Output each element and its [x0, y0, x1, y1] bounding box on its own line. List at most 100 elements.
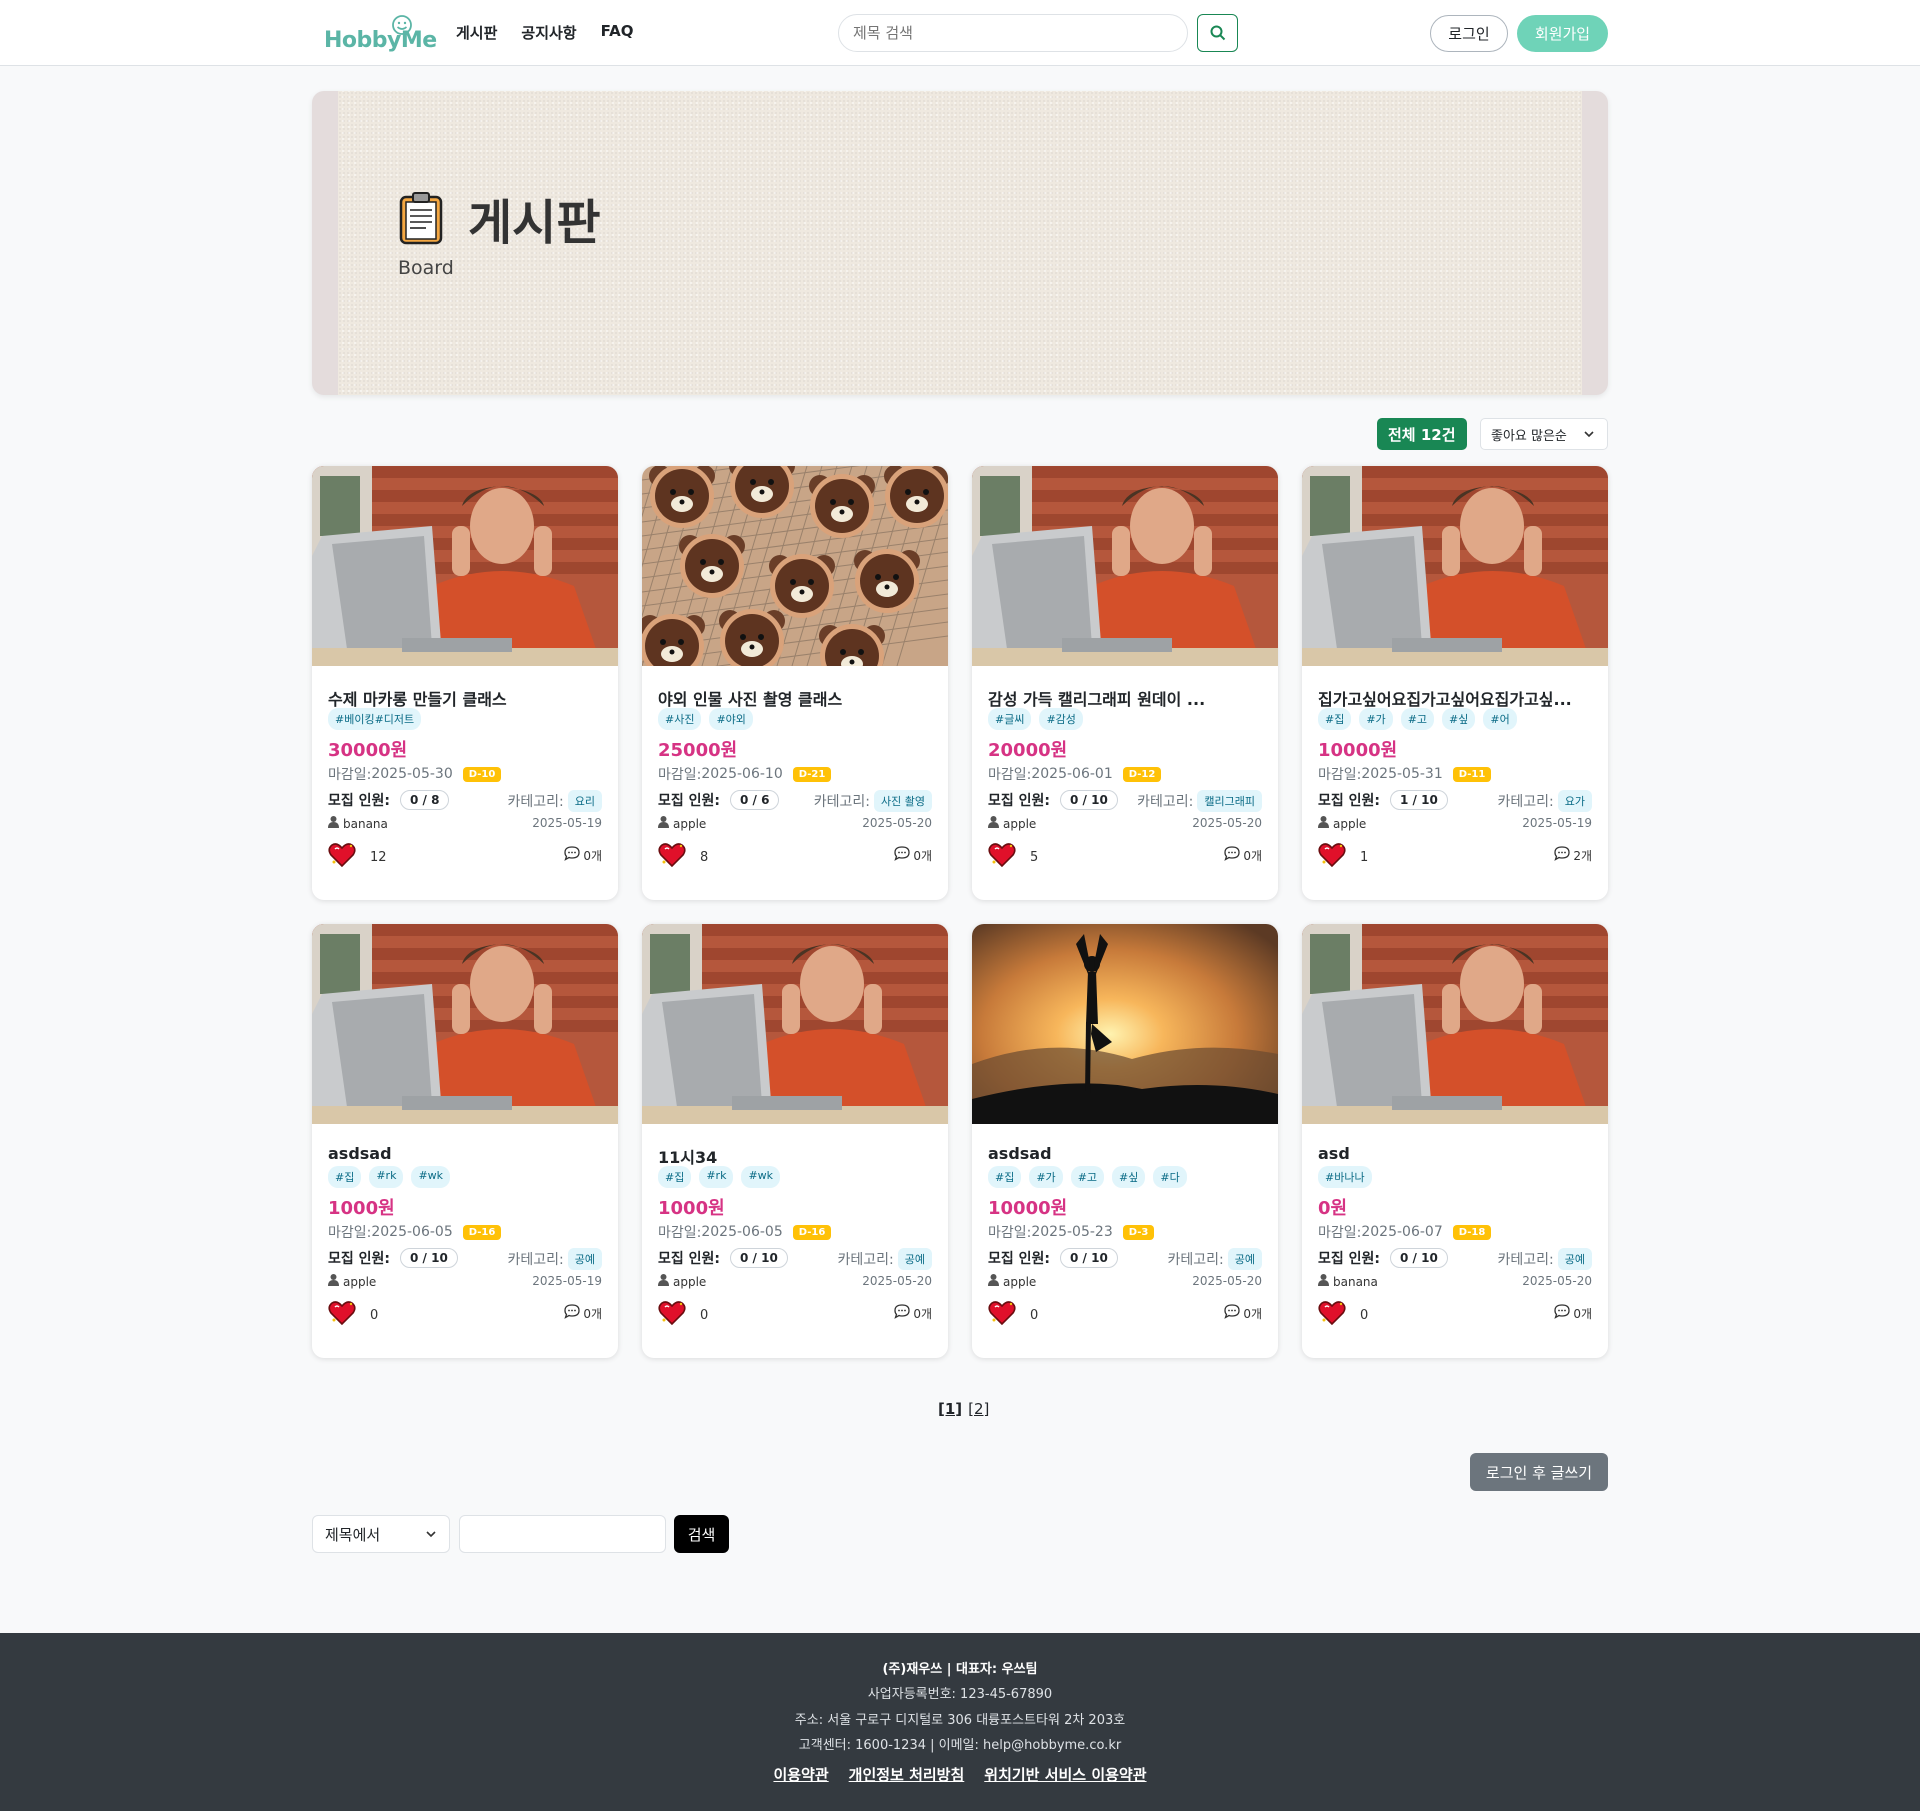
- like-control[interactable]: 0: [1318, 1300, 1368, 1330]
- sort-select[interactable]: 좋아요 많은순: [1480, 418, 1608, 450]
- deadline-label: 마감일:: [1318, 1225, 1362, 1241]
- deadline-date: 2025-06-10: [701, 766, 783, 782]
- nav-board[interactable]: 게시판: [456, 22, 497, 43]
- card-thumbnail[interactable]: [642, 924, 948, 1124]
- like-control[interactable]: 1: [1318, 842, 1368, 872]
- search-input[interactable]: [853, 24, 1173, 42]
- card-title[interactable]: asd: [1318, 1144, 1592, 1163]
- tag-badge[interactable]: #고: [1400, 708, 1435, 730]
- tag-badge[interactable]: #wk: [411, 1166, 451, 1188]
- tag-badge[interactable]: #바나나: [1318, 1166, 1372, 1188]
- page-link-current[interactable]: [1]: [938, 1400, 962, 1418]
- tag-badge[interactable]: #베이킹#디저트: [328, 708, 422, 730]
- comment-count-wrap: 0개: [1224, 846, 1262, 864]
- search-type-select[interactable]: 제목에서: [312, 1515, 450, 1553]
- card-recruit: 모집 인원: 0 / 8: [328, 790, 450, 810]
- search-button[interactable]: [1197, 14, 1238, 52]
- heart-icon[interactable]: [988, 1300, 1016, 1330]
- like-control[interactable]: 12: [328, 842, 387, 872]
- tag-badge[interactable]: #싶: [1112, 1166, 1146, 1188]
- comment-icon: [894, 1304, 910, 1322]
- post-card[interactable]: 야외 인물 사진 촬영 클래스 #사진 #야외 25000원 마감일: 2025-…: [642, 466, 948, 900]
- tag-badge[interactable]: #고: [1070, 1166, 1105, 1188]
- nav-notice[interactable]: 공지사항: [521, 22, 576, 43]
- heart-icon[interactable]: [1318, 842, 1346, 872]
- post-card[interactable]: 집가고싶어요집가고싶어요집가고싶... #집 #가 #고 #싶 #어 10000원 마감…: [1302, 466, 1608, 900]
- card-thumbnail[interactable]: [1302, 466, 1608, 666]
- card-price: 25000원: [658, 740, 738, 761]
- footer-link-location[interactable]: 위치기반 서비스 이용약관: [984, 1764, 1146, 1785]
- card-title[interactable]: 수제 마카롱 만들기 클래스: [328, 686, 602, 710]
- heart-icon[interactable]: [328, 842, 356, 872]
- tag-list: #집 #가 #고 #싶 #어: [1318, 708, 1517, 730]
- card-title[interactable]: asdsad: [988, 1144, 1262, 1163]
- like-control[interactable]: 0: [328, 1300, 378, 1330]
- card-title[interactable]: 감성 가득 캘리그래피 원데이 ...: [988, 686, 1262, 710]
- card-title[interactable]: 집가고싶어요집가고싶어요집가고싶...: [1318, 686, 1592, 710]
- comment-count: 2개: [1573, 848, 1592, 863]
- page-link[interactable]: [2]: [968, 1400, 989, 1418]
- heart-icon[interactable]: [328, 1300, 356, 1330]
- card-title[interactable]: 11시34: [658, 1144, 932, 1168]
- like-control[interactable]: 0: [658, 1300, 708, 1330]
- card-title[interactable]: asdsad: [328, 1144, 602, 1163]
- tag-badge[interactable]: #wk: [741, 1166, 781, 1188]
- card-thumbnail[interactable]: [642, 466, 948, 666]
- heart-icon[interactable]: [658, 842, 686, 872]
- post-card[interactable]: 11시34 #집 #rk #wk 1000원 마감일: 2025-06-05 D-1…: [642, 924, 948, 1358]
- tag-badge[interactable]: #집: [328, 1166, 362, 1188]
- card-thumbnail[interactable]: [312, 466, 618, 666]
- tag-badge[interactable]: #집: [988, 1166, 1022, 1188]
- post-card[interactable]: asd #바나나 0원 마감일: 2025-06-07 D-18 모집 인원: …: [1302, 924, 1608, 1358]
- heart-icon[interactable]: [1318, 1300, 1346, 1330]
- like-control[interactable]: 8: [658, 842, 708, 872]
- signup-button[interactable]: 회원가입: [1517, 15, 1608, 52]
- card-thumbnail[interactable]: [972, 924, 1278, 1124]
- card-thumbnail[interactable]: [1302, 924, 1608, 1124]
- tag-badge[interactable]: #rk: [369, 1166, 404, 1188]
- author-name: apple: [343, 1274, 377, 1289]
- tag-badge[interactable]: #집: [1318, 708, 1352, 730]
- heart-icon[interactable]: [658, 1300, 686, 1330]
- author-name: banana: [1333, 1274, 1378, 1289]
- tag-badge[interactable]: #사진: [658, 708, 702, 730]
- post-card[interactable]: asdsad #집 #가 #고 #싶 #다 10000원 마감일: 2025-05-23…: [972, 924, 1278, 1358]
- card-thumbnail[interactable]: [972, 466, 1278, 666]
- tag-badge[interactable]: #가: [1029, 1166, 1063, 1188]
- author-name: apple: [673, 816, 707, 831]
- nav-faq[interactable]: FAQ: [601, 22, 634, 43]
- tag-badge[interactable]: #가: [1359, 708, 1393, 730]
- post-card[interactable]: asdsad #집 #rk #wk 1000원 마감일: 2025-06-05 D-…: [312, 924, 618, 1358]
- post-card[interactable]: 수제 마카롱 만들기 클래스 #베이킹#디저트 30000원 마감일: 2025…: [312, 466, 618, 900]
- like-control[interactable]: 0: [988, 1300, 1038, 1330]
- login-button[interactable]: 로그인: [1430, 15, 1508, 52]
- comment-icon: [564, 846, 580, 864]
- write-post-button[interactable]: 로그인 후 글쓰기: [1470, 1453, 1608, 1491]
- tag-badge[interactable]: #어: [1483, 708, 1517, 730]
- dday-badge: D-18: [1452, 1224, 1492, 1240]
- heart-icon[interactable]: [988, 842, 1016, 872]
- tag-badge[interactable]: #싶: [1442, 708, 1476, 730]
- footer-link-privacy[interactable]: 개인정보 처리방침: [849, 1764, 965, 1785]
- comment-icon: [1554, 1304, 1570, 1322]
- card-category: 카테고리: 캘리그래피: [1137, 790, 1262, 812]
- tag-list: #바나나: [1318, 1166, 1372, 1188]
- card-category: 카테고리: 공예: [1498, 1248, 1592, 1270]
- card-thumbnail[interactable]: [312, 924, 618, 1124]
- tag-badge[interactable]: #감성: [1039, 708, 1083, 730]
- recruit-count: 0 / 10: [730, 1248, 788, 1268]
- bottom-search-button[interactable]: 검색: [674, 1515, 729, 1553]
- post-card[interactable]: 감성 가득 캘리그래피 원데이 ... #글씨 #감성 20000원 마감일: 2…: [972, 466, 1278, 900]
- tag-badge[interactable]: #rk: [699, 1166, 734, 1188]
- bottom-search-input[interactable]: [459, 1515, 666, 1553]
- card-title[interactable]: 야외 인물 사진 촬영 클래스: [658, 686, 932, 710]
- like-count: 0: [700, 1307, 709, 1323]
- tag-badge[interactable]: #집: [658, 1166, 692, 1188]
- tag-badge[interactable]: #다: [1153, 1166, 1187, 1188]
- footer-link-terms[interactable]: 이용약관: [773, 1764, 828, 1785]
- like-control[interactable]: 5: [988, 842, 1038, 872]
- comment-count: 0개: [913, 1306, 932, 1321]
- tag-badge[interactable]: #글씨: [988, 708, 1032, 730]
- category-badge: 캘리그래피: [1197, 790, 1262, 812]
- tag-badge[interactable]: #야외: [709, 708, 753, 730]
